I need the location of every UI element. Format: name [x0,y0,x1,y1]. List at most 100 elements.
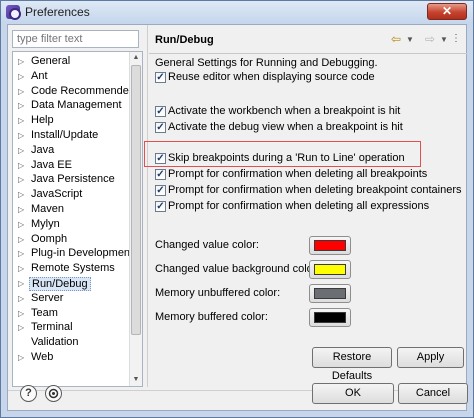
color-swatch [314,240,346,251]
tree-item[interactable]: ▷ Server [13,291,128,306]
tree-item[interactable]: ▷ Mylyn [13,217,128,232]
tree-item[interactable]: Validation [13,335,128,350]
checkbox[interactable]: ✓ [155,185,166,196]
tree-scrollbar[interactable]: ▲ ▼ [129,52,142,386]
checkbox[interactable]: ✓ [155,169,166,180]
checkbox[interactable]: ✓ [155,106,166,117]
color-label: Memory buffered color: [155,311,268,323]
help-icon[interactable]: ? [20,385,37,402]
preference-tree: ▷ General ▷ Ant ▷ Code Recommenders ▷ Data Mana… [12,51,143,387]
tree-item[interactable]: ▷ Help [13,113,128,128]
color-label: Changed value color: [155,239,259,251]
tree-item[interactable]: ▷ Java [13,143,128,158]
scroll-thumb[interactable] [131,65,141,335]
expand-arrow-icon[interactable]: ▷ [18,87,24,96]
checkbox-label: Prompt for confirmation when deleting br… [168,184,462,196]
pane-splitter[interactable] [147,25,148,387]
page-navigation: ⇦ ▼ ⇨ ▼ ⋮ [391,32,461,48]
expand-arrow-icon[interactable]: ▷ [18,57,24,66]
checkbox-label: Prompt for confirmation when deleting al… [168,200,430,212]
expand-arrow-icon[interactable]: ▷ [18,323,24,332]
checkbox-label: Activate the workbench when a breakpoint… [168,105,401,117]
tree-item-label: General [31,55,71,67]
tree-item[interactable]: ▷ General [13,54,128,69]
expand-arrow-icon[interactable]: ▷ [18,72,24,81]
import-export-icon[interactable] [45,385,62,402]
ok-button[interactable]: OK [312,383,394,404]
back-arrow-icon[interactable]: ⇦ [391,32,401,46]
tree-item[interactable]: ▷ Java EE [13,158,128,173]
chevron-down-icon[interactable]: ▼ [406,35,414,44]
expand-arrow-icon[interactable]: ▷ [18,131,24,140]
scroll-up-icon[interactable]: ▲ [130,52,142,64]
tree-item[interactable]: ▷ Ant [13,69,128,84]
tree-item-label: Validation [31,336,79,349]
tree-item-label: Run/Debug [29,277,91,291]
tree-item[interactable]: ▷ Data Management [13,98,128,113]
expand-arrow-icon[interactable]: ▷ [18,294,24,303]
expand-arrow-icon[interactable]: ▷ [18,235,24,244]
tree-item-label: Help [31,114,54,127]
tree-item-label: Team [31,306,58,319]
tree-item[interactable]: ▷ Java Persistence [13,172,128,187]
expand-arrow-icon[interactable]: ▷ [18,175,24,184]
expand-arrow-icon[interactable]: ▷ [18,353,24,362]
title-bar[interactable]: Preferences ✕ [1,1,473,23]
expand-arrow-icon[interactable]: ▷ [18,205,24,214]
checkbox[interactable]: ✓ [155,122,166,133]
tree-item-label: Java [31,143,55,156]
expand-arrow-icon[interactable]: ▷ [18,279,24,288]
color-picker-button[interactable] [309,284,351,303]
tree-item[interactable]: ▷ Run/Debug [13,276,128,291]
title-separator [149,53,467,54]
tree-item[interactable]: ▷ Maven [13,202,128,217]
expand-arrow-icon[interactable]: ▷ [18,101,24,110]
checkbox-label: Activate the debug view when a breakpoin… [168,121,403,133]
tree-item[interactable]: ▷ Remote Systems [13,261,128,276]
filter-input[interactable] [12,30,139,48]
footer-icons: ? [20,385,80,405]
close-button[interactable]: ✕ [427,3,467,20]
checkbox[interactable]: ✓ [155,201,166,212]
tree-item[interactable]: ▷ Plug-in Development [13,246,133,261]
expand-arrow-icon[interactable]: ▷ [18,264,24,273]
tree-item[interactable]: ▷ Oomph [13,232,128,247]
tree-item[interactable]: ▷ Team [13,306,128,321]
color-swatch [314,312,346,323]
page-title: Run/Debug [155,34,214,46]
cancel-button[interactable]: Cancel [398,383,468,404]
tree-item-label: Web [31,351,54,363]
expand-arrow-icon[interactable]: ▷ [18,116,24,125]
color-picker-button[interactable] [309,308,351,327]
expand-arrow-icon[interactable]: ▷ [18,249,24,258]
tree-item-label: JavaScript [31,188,83,201]
color-picker-button[interactable] [309,236,351,255]
checkbox[interactable]: ✓ [155,72,166,83]
expand-arrow-icon[interactable]: ▷ [18,220,24,229]
expand-arrow-icon[interactable]: ▷ [18,161,24,170]
tree-item-label: Java Persistence [31,173,115,186]
color-swatch [314,288,346,299]
forward-arrow-icon[interactable]: ⇨ [425,32,435,46]
chevron-down-icon[interactable]: ▼ [440,35,448,44]
tree-item[interactable]: ▷ Code Recommenders [13,84,138,99]
tree-item[interactable]: ▷ Web [13,350,128,365]
preferences-window: Preferences ✕ ▷ General ▷ Ant ▷ Code Recommen… [0,0,474,418]
expand-arrow-icon[interactable]: ▷ [18,309,24,318]
scroll-down-icon[interactable]: ▼ [130,374,142,386]
restore-defaults-button[interactable]: Restore Defaults [312,347,392,382]
tree-item-label: Plug-in Development [31,247,134,260]
tree-item[interactable]: ▷ JavaScript [13,187,128,202]
tree-item-label: Code Recommenders [31,84,138,97]
color-picker-button[interactable] [309,260,351,279]
tree-item-label: Maven [31,203,65,215]
color-swatch [314,264,346,275]
highlight-box [144,141,421,167]
expand-arrow-icon[interactable]: ▷ [18,190,24,199]
tree-item[interactable]: ▷ Install/Update [13,128,128,143]
tree-item[interactable]: ▷ Terminal [13,320,128,335]
tree-item-label: Oomph [31,232,68,245]
view-menu-icon[interactable]: ⋮ [451,33,461,44]
apply-button[interactable]: Apply [397,347,464,368]
expand-arrow-icon[interactable]: ▷ [18,146,24,155]
